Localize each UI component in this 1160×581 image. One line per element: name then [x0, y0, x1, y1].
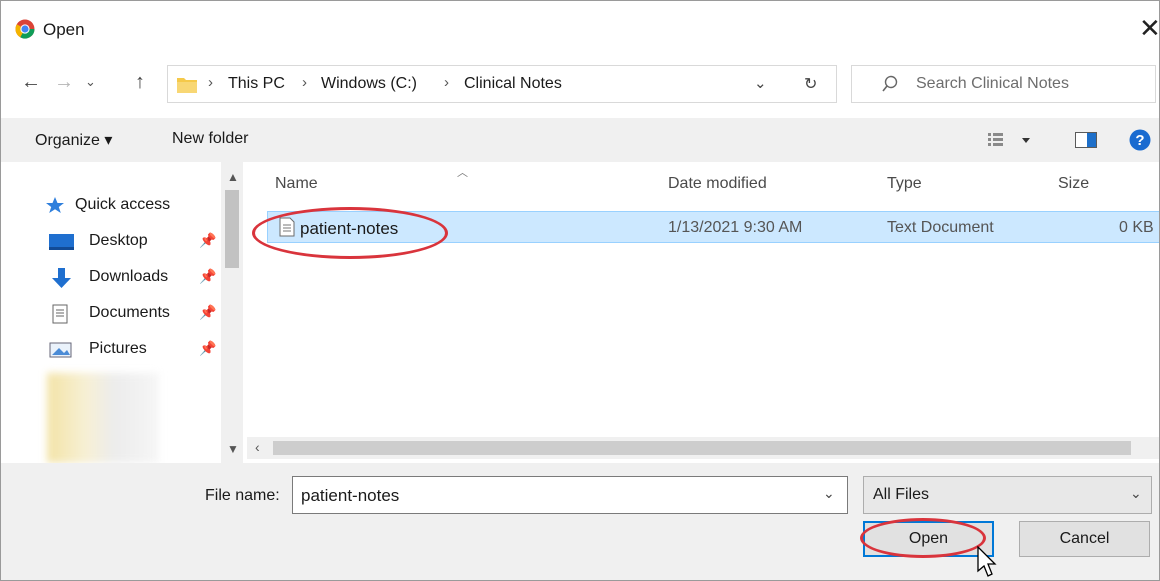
help-icon[interactable]: ?	[1129, 129, 1151, 156]
file-list-horizontal-scrollbar[interactable]: ‹	[247, 437, 1159, 459]
mouse-pointer-icon	[977, 545, 997, 580]
nav-label: Desktop	[89, 232, 148, 249]
breadcrumb-clinical-notes[interactable]: Clinical Notes	[464, 75, 562, 93]
pin-icon[interactable]: 📌	[199, 232, 216, 249]
up-arrow-icon[interactable]: ↑	[135, 71, 145, 94]
breadcrumb-separator: ›	[208, 74, 213, 91]
desktop-icon	[49, 232, 75, 252]
scroll-down-icon[interactable]: ▼	[227, 442, 239, 456]
text-document-icon	[279, 217, 295, 242]
file-date: 1/13/2021 9:30 AM	[668, 219, 803, 236]
cancel-button[interactable]: Cancel	[1019, 521, 1150, 557]
breadcrumb-this-pc[interactable]: This PC	[228, 75, 285, 93]
documents-icon	[49, 304, 75, 324]
view-options-icon[interactable]	[988, 132, 1032, 153]
nav-label: Documents	[89, 304, 170, 321]
breadcrumb-windows-c[interactable]: Windows (C:)	[321, 75, 417, 93]
scroll-left-icon[interactable]: ‹	[255, 439, 260, 455]
scroll-up-icon[interactable]: ▲	[227, 170, 239, 184]
scroll-thumb[interactable]	[273, 441, 1131, 455]
organize-button[interactable]: Organize ▾	[35, 130, 112, 150]
file-name-value: patient-notes	[301, 486, 400, 505]
pictures-icon	[49, 340, 75, 360]
file-type-dropdown-chevron-icon[interactable]: ⌄	[1130, 485, 1142, 502]
blurred-nav-items	[47, 373, 159, 463]
svg-text:?: ?	[1135, 132, 1144, 149]
breadcrumb-separator: ›	[302, 74, 307, 91]
nav-pane-scrollbar[interactable]: ▲ ▼	[221, 162, 243, 463]
file-size: 0 KB	[1119, 219, 1154, 236]
file-row[interactable]: patient-notes 1/13/2021 9:30 AM Text Doc…	[267, 211, 1159, 243]
file-list: ︿ Name Date modified Type Size patient-n…	[247, 162, 1159, 463]
refresh-icon[interactable]: ↻	[804, 74, 817, 94]
address-bar[interactable]: › This PC › Windows (C:) › Clinical Note…	[167, 65, 837, 103]
back-arrow-icon[interactable]: ←	[21, 71, 41, 94]
search-field[interactable]: Search Clinical Notes	[851, 65, 1156, 103]
search-icon	[882, 75, 898, 98]
file-type-select[interactable]: All Files ⌄	[863, 476, 1152, 514]
nav-label: Downloads	[89, 268, 169, 285]
title-bar: Open ✕	[1, 1, 1159, 59]
pin-icon[interactable]: 📌	[199, 304, 216, 321]
column-header-name[interactable]: Name	[275, 175, 318, 193]
column-header-type[interactable]: Type	[887, 175, 922, 193]
file-type: Text Document	[887, 219, 994, 236]
command-bar: Organize ▾ New folder ?	[1, 118, 1159, 162]
pin-icon[interactable]: 📌	[199, 268, 216, 285]
nav-label: Quick access	[75, 196, 171, 213]
chrome-icon	[15, 19, 35, 44]
address-dropdown-chevron-icon[interactable]: ⌄	[754, 74, 767, 92]
navigation-pane: Quick access Desktop 📌 Downloads 📌 Docum…	[1, 162, 245, 463]
pin-icon[interactable]: 📌	[199, 340, 216, 357]
download-arrow-icon	[49, 268, 75, 288]
file-name-input[interactable]: patient-notes ⌄	[292, 476, 848, 514]
file-name-dropdown-chevron-icon[interactable]: ⌄	[823, 485, 835, 502]
window-title: Open	[43, 20, 85, 39]
scroll-thumb[interactable]	[225, 190, 239, 268]
file-type-value: All Files	[873, 486, 930, 503]
new-folder-button[interactable]: New folder	[172, 130, 248, 148]
star-icon	[45, 196, 71, 216]
column-header-size[interactable]: Size	[1058, 175, 1089, 193]
open-file-dialog: Open ✕ ← → ⌄ ↑ › This PC › Windows (C:) …	[0, 0, 1160, 581]
nav-label: Pictures	[89, 340, 147, 357]
file-name-label: File name:	[205, 487, 280, 504]
forward-arrow-icon[interactable]: →	[54, 71, 74, 94]
open-button[interactable]: Open	[863, 521, 994, 557]
breadcrumb-separator: ›	[444, 74, 449, 91]
file-name: patient-notes	[300, 219, 399, 238]
sort-ascending-icon: ︿	[457, 167, 468, 179]
search-placeholder: Search Clinical Notes	[916, 75, 1069, 92]
close-icon[interactable]: ✕	[1139, 15, 1159, 41]
folder-icon	[176, 74, 198, 99]
column-header-date[interactable]: Date modified	[668, 175, 767, 193]
preview-pane-icon[interactable]	[1075, 132, 1097, 153]
recent-locations-chevron-icon[interactable]: ⌄	[85, 74, 96, 90]
